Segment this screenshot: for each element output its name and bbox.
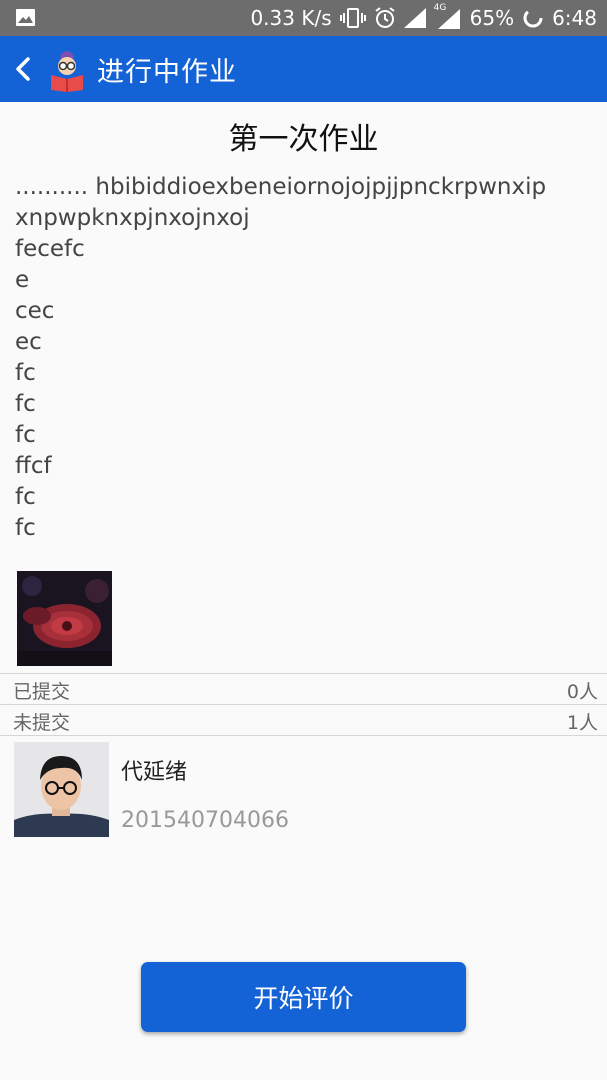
vibrate-icon <box>339 8 366 28</box>
content-line: e <box>15 267 30 293</box>
content-line: cec <box>15 298 55 324</box>
alarm-icon <box>375 7 395 28</box>
app-logo-icon <box>51 51 83 92</box>
back-arrow-icon[interactable] <box>10 53 38 85</box>
content-line: ec <box>15 329 42 355</box>
homework-title: 第一次作业 <box>228 122 379 157</box>
content-line: fc <box>15 484 36 510</box>
avatar <box>14 742 109 837</box>
content-line: fc <box>15 391 36 417</box>
submitted-label: 已提交 <box>13 681 71 703</box>
content-line: ffcf <box>15 453 52 479</box>
student-id: 201540704066 <box>121 808 289 833</box>
signal-icon <box>403 8 426 28</box>
clock: 6:48 <box>552 6 597 30</box>
signal-4g-icon: 4G <box>434 3 462 29</box>
content-line: fc <box>15 515 36 541</box>
gallery-icon <box>16 9 35 26</box>
student-name: 代延绪 <box>121 760 188 785</box>
content-line: fc <box>15 422 36 448</box>
content-line: .......... hbibiddioexbeneiornojojpjjpnc… <box>15 174 547 200</box>
submitted-row[interactable]: 已提交 0人 <box>0 673 607 705</box>
homework-content: .......... hbibiddioexbeneiornojojpjjpnc… <box>15 172 600 544</box>
not-submitted-label: 未提交 <box>13 712 71 734</box>
start-evaluation-button[interactable]: 开始评价 <box>141 962 466 1032</box>
attachment-image[interactable] <box>17 571 112 666</box>
page-title: 进行中作业 <box>97 57 237 88</box>
content-line: fecefc <box>15 236 85 262</box>
content-line: fc <box>15 360 36 386</box>
battery-icon <box>523 8 543 28</box>
app-bar: 进行中作业 <box>0 36 607 102</box>
student-list-item[interactable]: 代延绪 201540704066 <box>0 736 607 840</box>
not-submitted-row[interactable]: 未提交 1人 <box>0 704 607 736</box>
submitted-count: 0人 <box>566 681 598 703</box>
content-line: xnpwpknxpjnxojnxoj <box>15 205 250 231</box>
status-bar: 0.33 K/s 4G 65% 6:48 <box>0 0 607 36</box>
network-speed: 0.33 K/s <box>250 6 332 30</box>
battery-percent: 65% <box>469 6 515 30</box>
not-submitted-count: 1人 <box>566 712 598 734</box>
